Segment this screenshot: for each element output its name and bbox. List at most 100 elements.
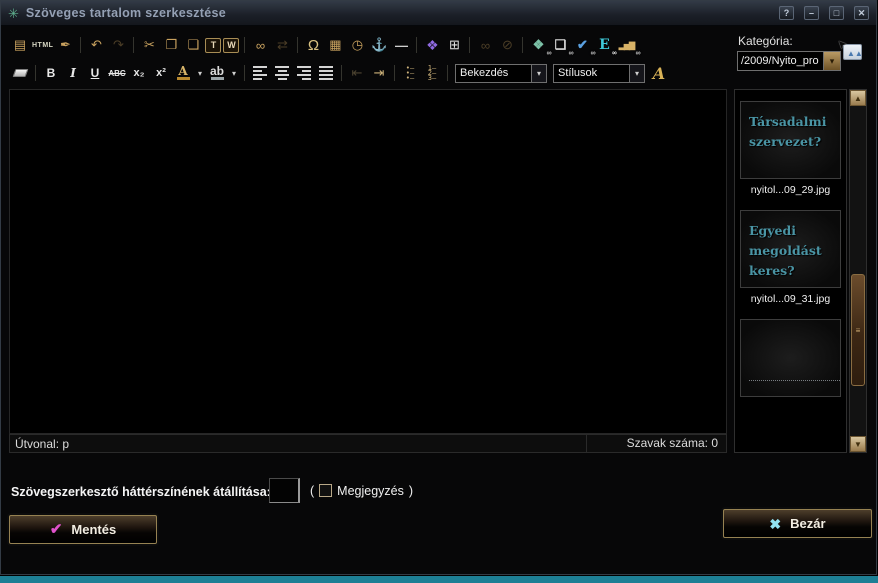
insert-date-icon[interactable]: ▦ [325,35,345,55]
toolbar-separator [244,65,245,81]
cut-icon[interactable]: ✂ [139,35,159,55]
bullet-list-icon[interactable]: •– •– •– [400,63,420,83]
preview-icon[interactable]: ▤ [10,35,30,55]
html-source-icon[interactable]: HTML [32,35,53,55]
background-color-swatch[interactable] [269,478,300,503]
paste-as-text-icon[interactable]: T [205,38,221,53]
toolbar-row-1: ▤ HTML ✒ ↶ ↷ ✂ ❐ ❏ T W ∞ ⇄ Ω ▦ ◷ ⚓ — ❖ ⊞… [9,33,637,57]
thumbnail-scrollbar[interactable]: ▲ ≡ ▼ [849,89,867,453]
x-icon: ✖ [769,517,781,531]
styles-select[interactable]: Stílusok ▾ [553,64,645,83]
editor-status-bar: Útvonal: p Szavak száma: 0 [9,434,727,453]
toolbar-separator [133,37,134,53]
subscript-icon[interactable]: x₂ [129,63,149,83]
toolbar-separator [416,37,417,53]
thumbnail-image[interactable]: Társadalmi szervezet? [740,101,841,179]
outdent-icon[interactable]: ⇤ [347,63,367,83]
thumbnail-item[interactable]: Egyedi megoldást keres? nyitol...09_31.j… [740,210,841,306]
font-a-icon[interactable]: A [649,63,669,83]
chevron-down-icon[interactable]: ▾ [629,65,644,82]
thumbnail-image[interactable]: Egyedi megoldást keres? [740,210,841,288]
note-checkbox[interactable] [319,484,332,497]
highlight-color-caret-icon[interactable]: ▾ [229,63,239,83]
font-color-icon[interactable]: A [173,63,193,83]
close-button[interactable]: ✕ [854,6,869,20]
save-button-label: Mentés [71,522,116,537]
strikethrough-icon[interactable]: ABC [107,63,127,83]
insert-image-button[interactable]: ▲▲ ➤ [843,44,862,60]
category-label: Kategória: [738,34,793,48]
toolbar-separator [394,65,395,81]
underline-icon[interactable]: U [85,63,105,83]
image-link-glyph: ❖ [533,37,545,53]
paragraph-format-select[interactable]: Bekezdés ▾ [455,64,547,83]
align-left-icon[interactable] [250,63,270,83]
maximize-button[interactable]: □ [829,6,844,20]
editor-path: Útvonal: p [10,437,586,451]
minimize-button[interactable]: – [804,6,819,20]
horizontal-rule-icon[interactable]: — [391,35,411,55]
save-button[interactable]: ✔ Mentés [9,515,157,544]
note-label: Megjegyzés [337,484,404,498]
chart-link-icon[interactable]: ▂▅▇ ∞ [616,35,636,55]
toolbar-separator [469,37,470,53]
scroll-down-icon[interactable]: ▼ [850,436,866,452]
unlink-icon[interactable]: ⊘ [497,35,517,55]
toolbar-separator [297,37,298,53]
image-link-icon[interactable]: ❖ ∞ [528,35,548,55]
cleanup-icon[interactable]: ✒ [55,35,75,55]
editor-content-area[interactable] [9,89,727,434]
numbered-list-icon[interactable]: 1– 2– 3– [422,63,442,83]
align-right-icon[interactable] [294,63,314,83]
undo-icon[interactable]: ↶ [86,35,106,55]
edit-table-icon[interactable]: ⊞ [444,35,464,55]
redo-icon[interactable]: ↷ [108,35,128,55]
superscript-icon[interactable]: x² [151,63,171,83]
scroll-up-icon[interactable]: ▲ [850,90,866,106]
insert-time-icon[interactable]: ◷ [347,35,367,55]
find-replace-icon[interactable]: ⇄ [272,35,292,55]
highlight-color-icon[interactable]: ab [207,63,227,83]
word-count-value: 0 [711,436,718,450]
note-row: ( Megjegyzés) [310,478,413,503]
window-title: Szöveges tartalom szerkesztése [26,6,769,20]
styles-value: Stílusok [554,65,629,82]
paste-icon[interactable]: ❏ [183,35,203,55]
scrollbar-thumb[interactable]: ≡ [851,274,865,386]
special-char-icon[interactable]: Ω [303,35,323,55]
eraser-icon[interactable] [10,63,30,83]
close-dialog-button[interactable]: ✖ Bezár [723,509,872,538]
toolbar-separator [341,65,342,81]
thumbnail-image[interactable] [740,319,841,397]
paste-from-word-icon[interactable]: W [223,38,239,53]
path-value[interactable]: p [62,437,69,451]
thumbnail-item[interactable]: Társadalmi szervezet? nyitol...09_29.jpg [740,101,841,197]
category-value: /2009/Nyito_pro [738,52,823,70]
link-icon[interactable]: ∞ [475,35,495,55]
document-link-icon[interactable]: ❏ ∞ [550,35,570,55]
bold-icon[interactable]: B [41,63,61,83]
italic-icon[interactable]: I [63,63,83,83]
embed-e-link-icon[interactable]: E ∞ [594,35,614,55]
toolbar-separator [35,65,36,81]
document-edit-link-icon[interactable]: ✔ ∞ [572,35,592,55]
background-color-label: Szövegszerkesztő háttérszínének átállítá… [11,485,271,499]
embed-e-link-glyph: E [599,37,610,53]
find-icon[interactable]: ∞ [250,35,270,55]
app-icon: ✳ [8,7,19,20]
chevron-down-icon[interactable]: ▾ [531,65,546,82]
help-button[interactable]: ? [779,6,794,20]
screen: ✳ Szöveges tartalom szerkesztése ? – □ ✕… [0,0,878,583]
category-select[interactable]: /2009/Nyito_pro ▾ [737,51,841,71]
align-center-icon[interactable] [272,63,292,83]
align-justify-icon[interactable] [316,63,336,83]
thumbnail-item[interactable] [740,319,841,397]
document-link-glyph: ❏ [555,37,567,53]
anchor-icon[interactable]: ⚓ [369,35,389,55]
paren-open: ( [310,484,314,498]
font-color-caret-icon[interactable]: ▾ [195,63,205,83]
copy-icon[interactable]: ❐ [161,35,181,55]
chevron-down-icon[interactable]: ▾ [823,52,840,70]
indent-icon[interactable]: ⇥ [369,63,389,83]
insert-image-icon[interactable]: ❖ [422,35,442,55]
